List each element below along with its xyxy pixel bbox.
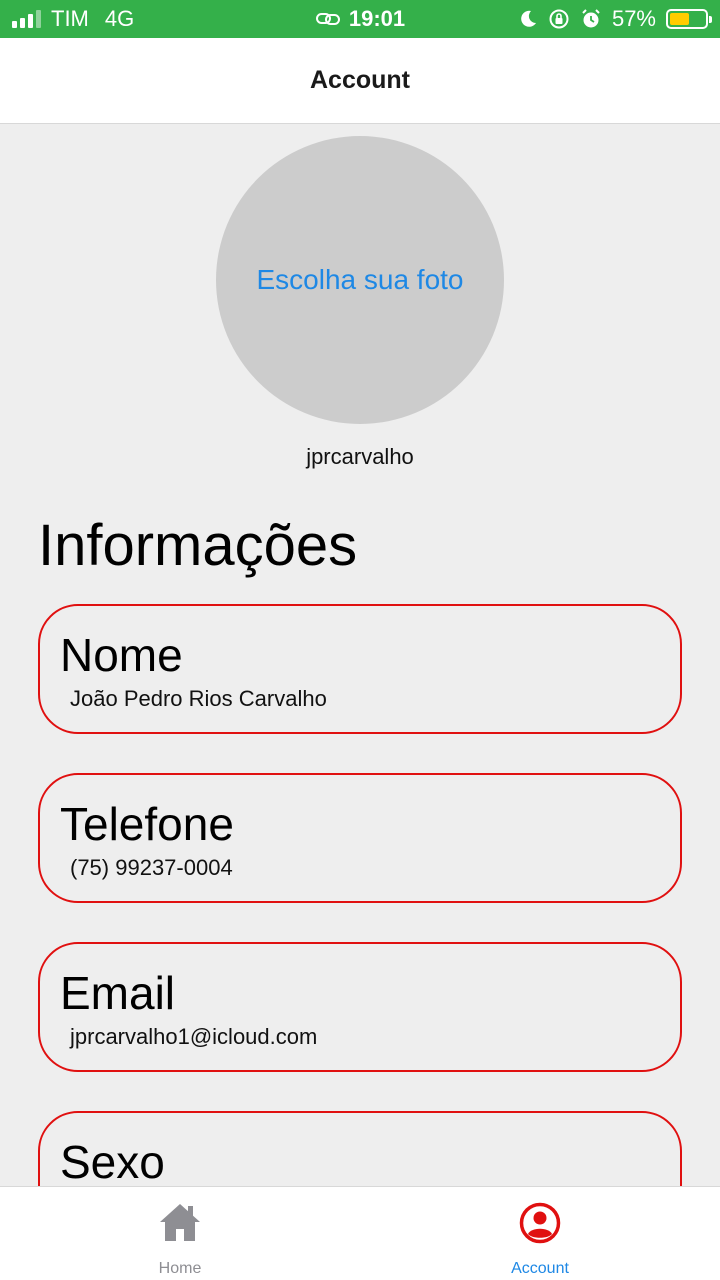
page-title: Account xyxy=(310,66,410,94)
link-icon xyxy=(315,13,340,25)
tab-home[interactable]: Home xyxy=(0,1187,360,1280)
clock-label: 19:01 xyxy=(348,6,406,31)
info-card-value: (75) 99237-0004 xyxy=(70,855,233,880)
battery-icon xyxy=(666,9,712,29)
rotation-lock-icon xyxy=(549,9,569,29)
battery-fill xyxy=(670,13,690,25)
status-bar: TIM 4G 19:01 57% xyxy=(0,0,720,38)
nav-bar: Account xyxy=(0,38,720,124)
info-card-value: jprcarvalho1@icloud.com xyxy=(70,1024,318,1049)
home-icon xyxy=(160,1204,200,1241)
moon-icon xyxy=(521,10,536,27)
account-content[interactable]: Escolha sua foto jprcarvalho Informações… xyxy=(0,124,720,1186)
info-card-email: Email jprcarvalho1@icloud.com xyxy=(38,942,682,1072)
battery-percent: 57% xyxy=(611,6,656,31)
alarm-icon xyxy=(582,9,600,28)
account-icon xyxy=(519,1202,561,1244)
info-card-value: João Pedro Rios Carvalho xyxy=(70,686,327,711)
username: jprcarvalho xyxy=(306,444,414,469)
info-card-label: Sexo xyxy=(60,1136,165,1186)
status-right: 57% xyxy=(518,0,712,38)
info-card-telefone: Telefone (75) 99237-0004 xyxy=(38,773,682,903)
tab-account[interactable]: Account xyxy=(360,1187,720,1280)
info-card-nome: Nome João Pedro Rios Carvalho xyxy=(38,604,682,734)
profile-photo-button[interactable]: Escolha sua foto xyxy=(216,136,504,424)
tab-home-label: Home xyxy=(158,1260,202,1277)
tab-account-label: Account xyxy=(511,1260,569,1277)
info-card-label: Telefone xyxy=(60,798,234,850)
info-card-sexo: Sexo xyxy=(38,1111,682,1186)
section-title: Informações xyxy=(38,513,358,578)
info-card-label: Nome xyxy=(60,629,183,681)
tab-bar: Home Account xyxy=(0,1186,720,1280)
info-card-label: Email xyxy=(60,967,176,1019)
choose-photo-label[interactable]: Escolha sua foto xyxy=(256,264,463,296)
